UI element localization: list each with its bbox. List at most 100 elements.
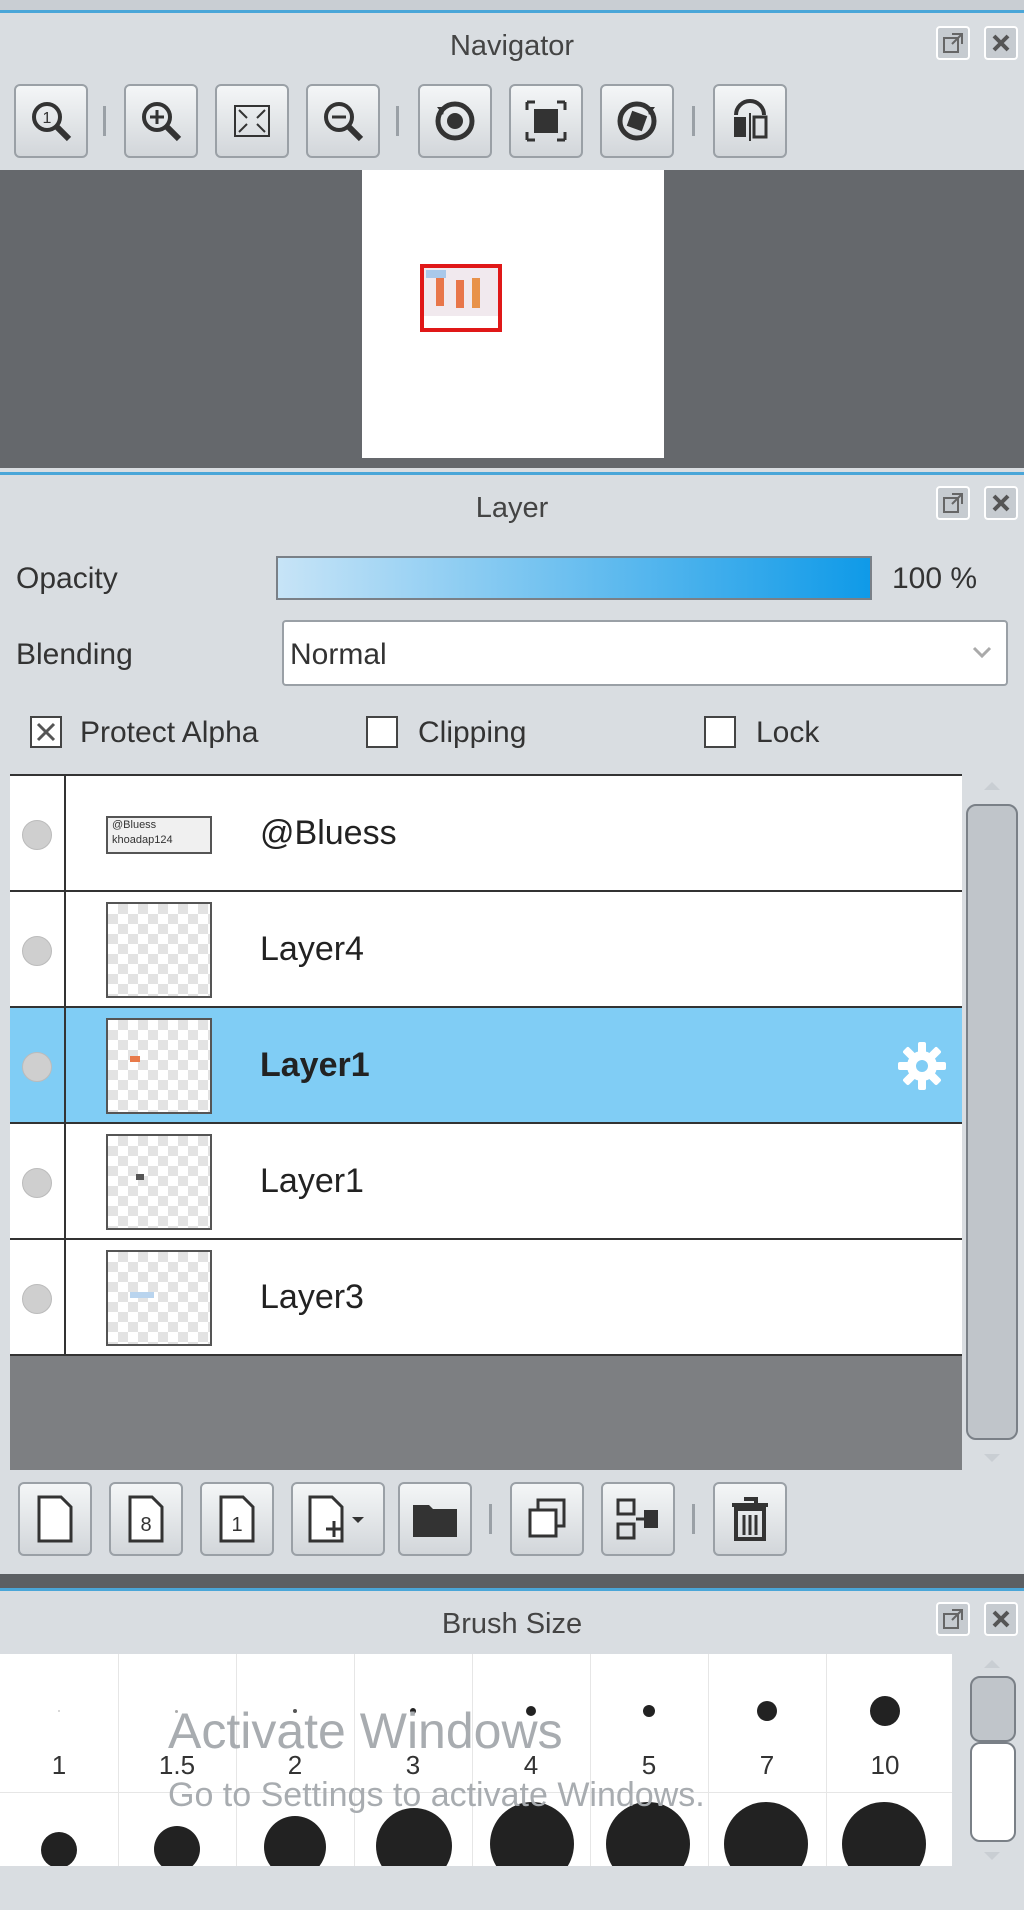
layer-row-selected[interactable]: Layer1 bbox=[10, 1008, 962, 1124]
new-folder-button[interactable] bbox=[398, 1482, 472, 1556]
svg-text:1: 1 bbox=[43, 110, 52, 127]
viewport-rectangle[interactable] bbox=[420, 264, 502, 332]
layer-name: @Bluess bbox=[260, 814, 397, 852]
rotate-left-icon bbox=[435, 101, 475, 141]
clipping-checkbox[interactable] bbox=[366, 716, 398, 748]
opacity-slider[interactable] bbox=[276, 556, 872, 600]
new-page-icon bbox=[37, 1495, 73, 1543]
scrollbar-thumb[interactable] bbox=[970, 1676, 1016, 1742]
layer-thumbnail bbox=[106, 902, 212, 998]
toolbar-separator bbox=[692, 1504, 695, 1534]
visibility-column bbox=[10, 1124, 66, 1238]
blending-selected-value: Normal bbox=[290, 638, 387, 671]
canvas-thumbnail bbox=[362, 170, 664, 458]
visibility-column bbox=[10, 1240, 66, 1354]
brush-size-cell[interactable] bbox=[41, 1832, 77, 1866]
gear-icon[interactable] bbox=[894, 1038, 950, 1094]
scroll-up-icon[interactable] bbox=[982, 1658, 1002, 1670]
new-1bit-layer-button[interactable]: 1 bbox=[200, 1482, 274, 1556]
brush-size-label: 10 bbox=[870, 1750, 900, 1780]
folder-icon bbox=[413, 1505, 457, 1537]
visibility-toggle[interactable] bbox=[22, 820, 52, 850]
brush-size-grid: 1 1.5 2 3 4 5 7 10 bbox=[0, 1654, 952, 1866]
visibility-toggle[interactable] bbox=[22, 1284, 52, 1314]
layer-title: Layer bbox=[475, 492, 549, 524]
close-panel-button[interactable] bbox=[984, 26, 1018, 60]
popout-icon bbox=[943, 493, 963, 513]
layer-row[interactable]: @Bluess khoadap124 @Bluess bbox=[10, 776, 962, 892]
scrollbar-thumb[interactable] bbox=[966, 804, 1018, 1440]
layer-thumbnail: @Bluess khoadap124 bbox=[106, 816, 212, 854]
scroll-down-icon[interactable] bbox=[982, 1850, 1002, 1862]
fit-to-window-button[interactable] bbox=[215, 84, 289, 158]
navigator-preview-area[interactable] bbox=[0, 170, 1024, 468]
add-layer-dropdown-button[interactable] bbox=[291, 1482, 385, 1556]
brush-size-cell[interactable]: 7 bbox=[708, 1654, 826, 1792]
new-8bit-layer-button[interactable]: 8 bbox=[109, 1482, 183, 1556]
brush-size-cell[interactable]: 10 bbox=[826, 1654, 944, 1792]
chevron-down-icon bbox=[972, 646, 992, 659]
rotate-left-button[interactable] bbox=[418, 84, 492, 158]
popout-icon bbox=[943, 33, 963, 53]
visibility-toggle[interactable] bbox=[22, 1052, 52, 1082]
visibility-toggle[interactable] bbox=[22, 936, 52, 966]
check-x-icon bbox=[36, 722, 56, 742]
layer-row[interactable]: Layer3 bbox=[10, 1240, 962, 1356]
clipping-label: Clipping bbox=[418, 716, 527, 749]
blending-label: Blending bbox=[16, 638, 133, 671]
float-panel-button[interactable] bbox=[936, 1602, 970, 1636]
page-1-icon: 1 bbox=[219, 1495, 255, 1543]
blending-select[interactable]: Normal bbox=[282, 620, 1008, 686]
delete-layer-button[interactable] bbox=[713, 1482, 787, 1556]
brush-size-cell[interactable]: 5 bbox=[590, 1654, 708, 1792]
scroll-up-icon[interactable] bbox=[982, 780, 1002, 792]
zoom-in-button[interactable] bbox=[124, 84, 198, 158]
protect-alpha-checkbox[interactable] bbox=[30, 716, 62, 748]
brush-size-cell[interactable] bbox=[264, 1816, 326, 1866]
flip-horizontal-button[interactable] bbox=[713, 84, 787, 158]
brush-size-scrollbar[interactable] bbox=[966, 1654, 1018, 1866]
toolbar-separator bbox=[489, 1504, 492, 1534]
scroll-down-icon[interactable] bbox=[982, 1452, 1002, 1464]
layer-name: Layer1 bbox=[260, 1162, 364, 1200]
lock-checkbox[interactable] bbox=[704, 716, 736, 748]
brush-size-cell[interactable] bbox=[724, 1802, 808, 1866]
rotate-right-button[interactable] bbox=[600, 84, 674, 158]
duplicate-layer-button[interactable] bbox=[510, 1482, 584, 1556]
visibility-toggle[interactable] bbox=[22, 1168, 52, 1198]
brush-size-cell[interactable] bbox=[154, 1826, 200, 1866]
add-page-icon bbox=[308, 1495, 364, 1543]
layer-row[interactable]: Layer4 bbox=[10, 892, 962, 1008]
close-panel-button[interactable] bbox=[984, 486, 1018, 520]
protect-alpha-label: Protect Alpha bbox=[80, 716, 259, 749]
panel-gap bbox=[0, 1574, 1024, 1588]
layer-thumbnail bbox=[106, 1250, 212, 1346]
brush-size-cell[interactable]: 1 bbox=[0, 1654, 118, 1792]
rotate-right-icon bbox=[617, 101, 657, 141]
new-layer-button[interactable] bbox=[18, 1482, 92, 1556]
zoom-actual-size-button[interactable]: 1 bbox=[14, 84, 88, 158]
brush-size-cell[interactable] bbox=[842, 1802, 926, 1866]
zoom-out-button[interactable] bbox=[306, 84, 380, 158]
activate-windows-subtext: Go to Settings to activate Windows. bbox=[168, 1776, 705, 1814]
reset-view-button[interactable] bbox=[509, 84, 583, 158]
svg-text:1: 1 bbox=[231, 1514, 242, 1536]
layer-list-scrollbar[interactable] bbox=[966, 774, 1018, 1470]
layer-list: @Bluess khoadap124 @Bluess Layer4 Layer1 bbox=[0, 774, 1024, 1474]
activate-windows-watermark: Activate Windows bbox=[168, 1703, 563, 1759]
layer-thumbnail bbox=[106, 1134, 212, 1230]
close-panel-button[interactable] bbox=[984, 1602, 1018, 1636]
scrollbar-track[interactable] bbox=[970, 1742, 1016, 1842]
flip-icon bbox=[734, 99, 768, 141]
layer-row[interactable]: Layer1 bbox=[10, 1124, 962, 1240]
float-panel-button[interactable] bbox=[936, 486, 970, 520]
merge-down-button[interactable] bbox=[601, 1482, 675, 1556]
layer-thumbnail bbox=[106, 1018, 212, 1114]
panel-accent-line bbox=[0, 1588, 1024, 1591]
brush-size-cell[interactable] bbox=[376, 1808, 452, 1866]
brush-size-label: 1 bbox=[51, 1750, 67, 1780]
float-panel-button[interactable] bbox=[936, 26, 970, 60]
visibility-column bbox=[10, 1008, 66, 1122]
panel-accent-line bbox=[0, 10, 1024, 13]
merge-icon bbox=[616, 1498, 658, 1540]
